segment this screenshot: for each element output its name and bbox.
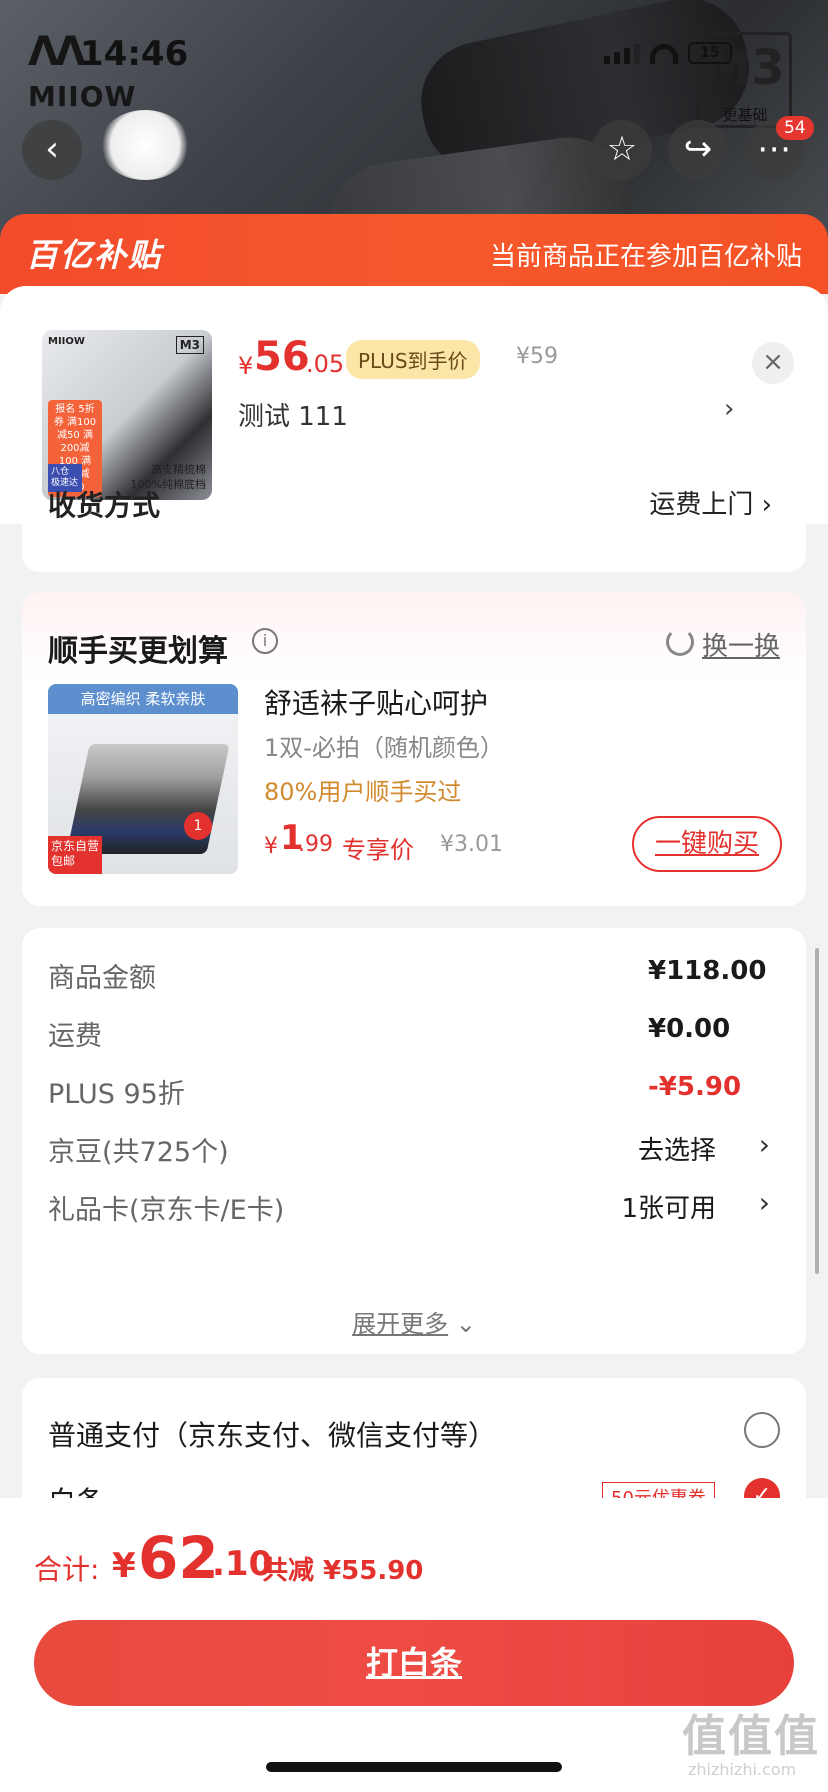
swap-button[interactable]: 换一换: [702, 626, 780, 663]
home-indicator[interactable]: [266, 1762, 562, 1772]
addon-title: 顺手买更划算: [48, 634, 228, 669]
selected-spec[interactable]: 测试 111: [238, 396, 348, 433]
addon-price-decimal: .99: [298, 832, 333, 857]
refresh-icon[interactable]: [666, 628, 694, 656]
chevron-right-icon[interactable]: ›: [724, 394, 734, 424]
subsidy-note: 当前商品正在参加百亿补贴: [489, 242, 802, 272]
addon-original-price: ¥3.01: [440, 832, 503, 857]
expand-more-button[interactable]: 展开更多 ⌄: [22, 1304, 806, 1339]
jd-self-badge: 京东自营 包邮: [48, 836, 102, 874]
addon-product-name: 舒适袜子贴心呵护: [264, 687, 489, 720]
addon-image-banner: 高密编织 柔软亲肤: [48, 684, 238, 714]
original-price: ¥59: [516, 344, 558, 369]
battery-icon: 15: [688, 42, 732, 64]
info-icon[interactable]: i: [252, 628, 278, 654]
summary-row-jd-beans[interactable]: 京豆(共725个) 去选择 ›: [48, 1128, 806, 1170]
price-summary-card: 商品金额 ¥118.00 运费 ¥0.00 PLUS 95折 -¥5.90 京豆…: [22, 928, 806, 1354]
summary-row-plus-discount: PLUS 95折 -¥5.90: [48, 1072, 806, 1112]
addon-recommendation-card: 顺手买更划算 i 换一换 高密编织 柔软亲肤 京东自营 包邮 1 舒适袜子贴心呵…: [22, 592, 806, 906]
addon-product-image[interactable]: 高密编织 柔软亲肤 京东自营 包邮 1: [48, 684, 238, 874]
exclusive-price-label: 专享价: [342, 836, 414, 864]
summary-label: 礼品卡(京东卡/E卡): [48, 1195, 285, 1226]
addon-price-currency: ¥: [264, 834, 278, 859]
cotton-decoration: [100, 110, 190, 180]
thumb-brand: MIIOW: [48, 336, 85, 347]
cart-count-badge: 54: [776, 116, 814, 140]
chevron-right-icon: ›: [758, 1186, 770, 1219]
thumb-model: M3: [175, 336, 204, 354]
signal-icon: [604, 44, 640, 64]
radio-unchecked-icon[interactable]: [744, 1412, 780, 1448]
watermark-url: zhizhizhi.com: [688, 1760, 797, 1779]
status-time: 14:46: [80, 34, 189, 74]
watermark-logo: 值值值: [682, 1711, 820, 1762]
favorite-button[interactable]: ☆: [592, 120, 652, 180]
total-savings: 共减 ¥55.90: [262, 1556, 424, 1586]
share-button[interactable]: ↪: [668, 120, 728, 180]
back-button[interactable]: ‹: [22, 120, 82, 180]
summary-label: 运费: [48, 1021, 102, 1052]
wifi-icon: [650, 44, 678, 64]
summary-row-goods: 商品金额 ¥118.00: [48, 956, 806, 996]
summary-value: ¥118.00: [648, 956, 767, 986]
plus-price-tag: PLUS到手价: [346, 340, 480, 379]
summary-value: ¥0.00: [648, 1014, 731, 1044]
subsidy-logo: 百亿补贴: [26, 236, 163, 274]
thumb-caption-line1: 高支精梳棉: [151, 463, 206, 476]
total-label: 合计:: [34, 1553, 100, 1586]
shipping-value: 运费上门 ›: [649, 490, 772, 520]
price-decimal: .05: [306, 350, 345, 378]
subsidy-banner: 百亿补贴 当前商品正在参加百亿补贴: [0, 214, 828, 294]
close-button[interactable]: ×: [752, 342, 794, 384]
price-integer: 56: [254, 334, 310, 380]
addon-purchase-rate: 80%用户顺手买过: [264, 778, 462, 806]
summary-value: 1张可用: [621, 1194, 716, 1224]
status-icons: 15: [604, 42, 732, 64]
summary-row-shipping: 运费 ¥0.00: [48, 1014, 806, 1054]
expand-more-label: 展开更多: [352, 1310, 449, 1338]
payment-option-normal[interactable]: 普通支付（京东支付、微信支付等）: [48, 1414, 496, 1454]
addon-product-spec: 1双-必拍（随机颜色）: [264, 734, 504, 762]
summary-label: PLUS 95折: [48, 1079, 185, 1110]
summary-row-gift-card[interactable]: 礼品卡(京东卡/E卡) 1张可用 ›: [48, 1186, 806, 1228]
summary-value: 去选择: [637, 1136, 716, 1166]
summary-value: -¥5.90: [648, 1072, 742, 1102]
shipping-method-card[interactable]: 收货方式 运费上门 ›: [22, 489, 806, 572]
chevron-down-icon: ⌄: [455, 1310, 476, 1338]
summary-label: 京豆(共725个): [48, 1137, 229, 1168]
price-currency: ¥: [238, 352, 254, 380]
scrollbar[interactable]: [815, 948, 819, 1274]
chevron-right-icon: ›: [758, 1128, 770, 1161]
total-currency: ¥: [112, 1546, 136, 1586]
one-click-buy-button[interactable]: 一键购买: [632, 816, 782, 872]
product-thumbnail[interactable]: MIIOW M3 报名 5折券 满100减50 满200减100 满300减15…: [42, 330, 212, 500]
total-integer: 62: [138, 1524, 219, 1592]
pay-with-baitiao-button[interactable]: 打白条: [34, 1620, 794, 1706]
summary-label: 商品金额: [48, 963, 156, 994]
shipping-label: 收货方式: [48, 489, 161, 522]
brand-name: MIIOW: [28, 80, 137, 113]
quantity-badge: 1: [184, 812, 212, 840]
